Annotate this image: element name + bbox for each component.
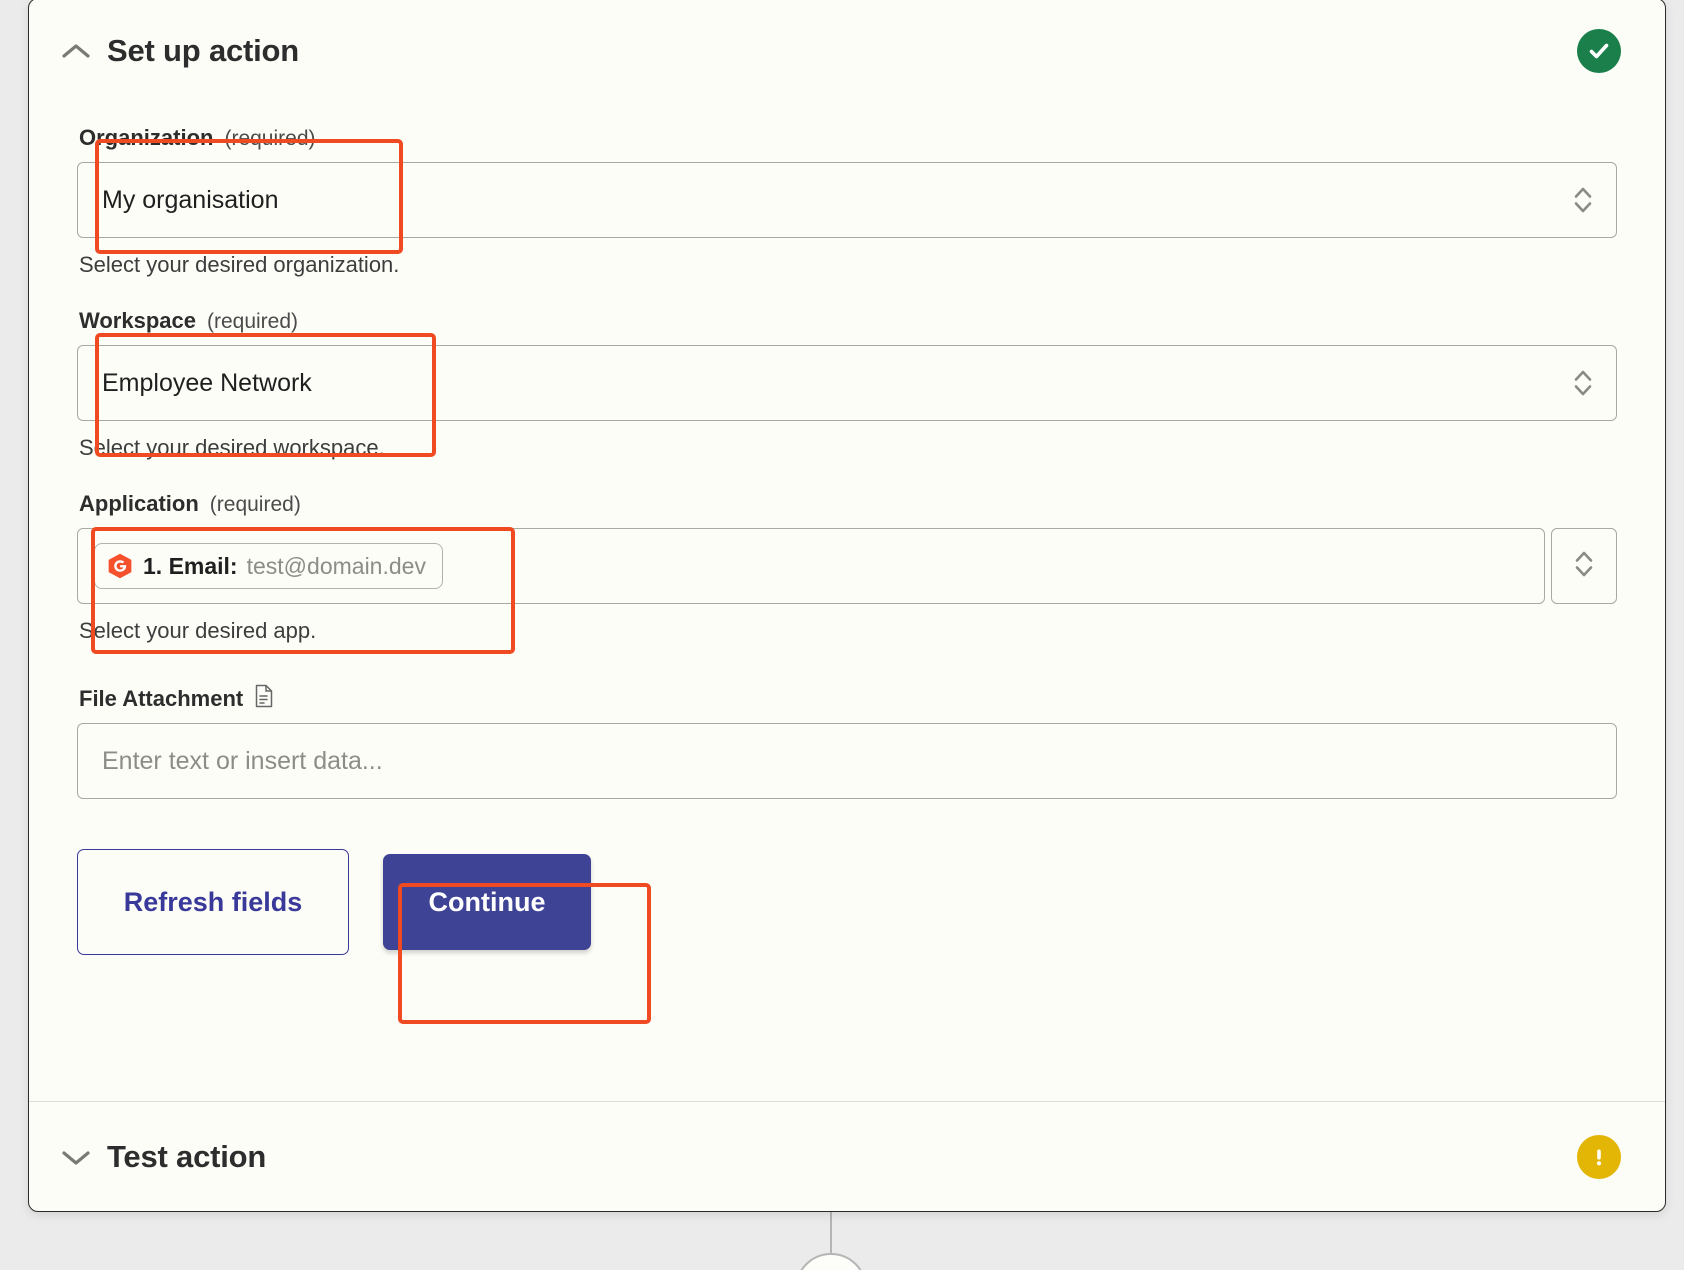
workspace-field-group: Workspace (required) Employee Network Se… [77, 308, 1617, 487]
application-value-box[interactable]: 1. Email: test@domain.dev [77, 528, 1545, 604]
application-label-text: Application [79, 491, 199, 516]
organization-required-note: (required) [224, 127, 316, 150]
organization-label: Organization (required) [77, 125, 1617, 162]
organization-selected-value: My organisation [102, 185, 279, 214]
setup-status-badge-success [1577, 29, 1621, 73]
setup-action-header[interactable]: Set up action [29, 0, 1665, 103]
application-required-note: (required) [209, 493, 301, 516]
workspace-select[interactable]: Employee Network [77, 345, 1617, 421]
refresh-fields-button[interactable]: Refresh fields [77, 849, 349, 955]
organization-label-text: Organization [79, 125, 214, 150]
file-attachment-placeholder: Enter text or insert data... [102, 746, 383, 775]
chevron-up-down-icon[interactable] [1573, 547, 1595, 586]
continue-button-label: Continue [428, 886, 546, 917]
application-chip-label: 1. Email: [143, 552, 238, 579]
workspace-help-text: Select your desired workspace. [79, 435, 385, 460]
application-label: Application (required) [77, 491, 1617, 528]
test-action-title: Test action [107, 1138, 267, 1174]
application-help-text: Select your desired app. [79, 618, 317, 643]
application-field-group: Application (required) 1. Email: test@do… [77, 491, 1617, 678]
organization-select[interactable]: My organisation [77, 162, 1617, 238]
setup-action-form: Organization (required) My organisation … [29, 103, 1665, 955]
file-attachment-label-text: File Attachment [79, 686, 244, 711]
chevron-up-icon[interactable] [59, 34, 93, 68]
application-data-chip[interactable]: 1. Email: test@domain.dev [94, 543, 443, 589]
file-attachment-label: File Attachment [77, 682, 1617, 723]
workspace-label-text: Workspace [79, 308, 196, 333]
workspace-label: Workspace (required) [77, 308, 1617, 345]
chevron-up-down-icon[interactable] [1550, 346, 1616, 420]
file-attachment-input[interactable]: Enter text or insert data... [77, 723, 1617, 799]
action-step-card: Set up action Organization (required) My… [28, 0, 1666, 1212]
document-icon[interactable] [254, 684, 274, 708]
step-connector-node[interactable] [795, 1253, 867, 1270]
test-action-header[interactable]: Test action [29, 1101, 1665, 1211]
application-chip-value: test@domain.dev [246, 552, 426, 579]
organization-field-group: Organization (required) My organisation … [77, 125, 1617, 304]
application-stepper-button[interactable] [1551, 528, 1617, 604]
workflow-canvas: Set up action Organization (required) My… [0, 0, 1684, 1270]
continue-button[interactable]: Continue [383, 854, 591, 950]
setup-action-title: Set up action [107, 33, 300, 68]
file-attachment-field-group: File Attachment Enter text or insert dat… [77, 682, 1617, 799]
form-button-row: Refresh fields Continue [77, 803, 1617, 955]
gmail-hexagon-icon [108, 553, 132, 579]
test-status-badge-warning [1577, 1134, 1621, 1179]
chevron-down-icon[interactable] [59, 1140, 93, 1174]
application-select[interactable]: 1. Email: test@domain.dev [77, 528, 1617, 604]
workspace-selected-value: Employee Network [102, 368, 312, 397]
workspace-required-note: (required) [206, 310, 299, 333]
chevron-up-down-icon[interactable] [1550, 163, 1616, 237]
refresh-fields-button-label: Refresh fields [123, 886, 303, 917]
organization-help-text: Select your desired organization. [79, 252, 400, 277]
